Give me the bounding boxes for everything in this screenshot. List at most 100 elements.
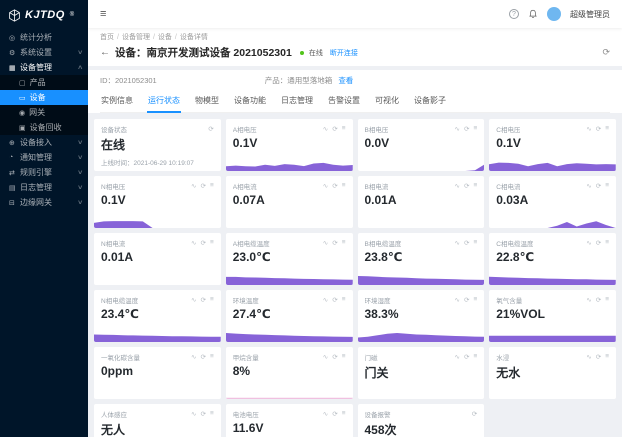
edge-gateway-icon: ⊟ bbox=[9, 199, 20, 207]
disconnect-link[interactable]: 断开连接 bbox=[330, 48, 358, 58]
sidebar-item-log-management[interactable]: ▤日志管理∨ bbox=[0, 180, 88, 195]
trend-icon[interactable]: ∿ bbox=[586, 182, 591, 190]
tab-running-status[interactable]: 运行状态 bbox=[147, 91, 181, 113]
trend-icon[interactable]: ∿ bbox=[323, 182, 328, 190]
trend-icon[interactable]: ∿ bbox=[586, 296, 591, 304]
sidebar-item-product[interactable]: ▢产品 bbox=[0, 75, 88, 90]
more-icon[interactable]: ≡ bbox=[210, 410, 214, 418]
more-icon[interactable]: ≡ bbox=[473, 353, 477, 361]
refresh-icon[interactable]: ⟳ bbox=[464, 125, 469, 133]
refresh-icon[interactable]: ⟳ bbox=[596, 182, 601, 190]
tab-visualization[interactable]: 可视化 bbox=[374, 91, 400, 113]
trend-icon[interactable]: ∿ bbox=[586, 353, 591, 361]
refresh-icon[interactable]: ⟳ bbox=[208, 125, 213, 133]
more-icon[interactable]: ≡ bbox=[342, 182, 346, 190]
trend-icon[interactable]: ∿ bbox=[323, 125, 328, 133]
help-icon[interactable]: ? bbox=[509, 9, 519, 19]
sidebar-item-system-settings[interactable]: ⚙系统设置∨ bbox=[0, 45, 88, 60]
more-icon[interactable]: ≡ bbox=[473, 125, 477, 133]
refresh-icon[interactable]: ⟳ bbox=[464, 353, 469, 361]
refresh-icon[interactable]: ⟳ bbox=[201, 296, 206, 304]
refresh-icon[interactable]: ⟳ bbox=[332, 353, 337, 361]
tab-alarm-settings[interactable]: 告警设置 bbox=[327, 91, 361, 113]
sidebar-item-device-management[interactable]: ▦设备管理∧ bbox=[0, 60, 88, 75]
sidebar-item-device-access[interactable]: ⊕设备接入∨ bbox=[0, 135, 88, 150]
more-icon[interactable]: ≡ bbox=[342, 410, 346, 418]
more-icon[interactable]: ≡ bbox=[210, 182, 214, 190]
sidebar-item-rule-engine[interactable]: ⇄规则引擎∨ bbox=[0, 165, 88, 180]
page-refresh-icon[interactable]: ⟳ bbox=[602, 47, 610, 58]
refresh-icon[interactable]: ⟳ bbox=[201, 239, 206, 247]
refresh-icon[interactable]: ⟳ bbox=[332, 296, 337, 304]
more-icon[interactable]: ≡ bbox=[605, 125, 609, 133]
refresh-icon[interactable]: ⟳ bbox=[332, 125, 337, 133]
tab-device-function[interactable]: 设备功能 bbox=[233, 91, 267, 113]
tab-device-shadow[interactable]: 设备影子 bbox=[413, 91, 447, 113]
sidebar-item-notification[interactable]: ◔通知管理∨ bbox=[0, 150, 88, 165]
tab-thing-model[interactable]: 物模型 bbox=[194, 91, 220, 113]
refresh-icon[interactable]: ⟳ bbox=[472, 410, 477, 418]
breadcrumb-item[interactable]: 设备管理 bbox=[122, 34, 150, 41]
bell-icon[interactable] bbox=[528, 9, 538, 19]
trend-icon[interactable]: ∿ bbox=[191, 239, 196, 247]
refresh-icon[interactable]: ⟳ bbox=[596, 125, 601, 133]
more-icon[interactable]: ≡ bbox=[342, 239, 346, 247]
more-icon[interactable]: ≡ bbox=[210, 353, 214, 361]
refresh-icon[interactable]: ⟳ bbox=[464, 182, 469, 190]
card-actions: ∿ ⟳ ≡ bbox=[586, 239, 609, 247]
more-icon[interactable]: ≡ bbox=[342, 125, 346, 133]
trend-icon[interactable]: ∿ bbox=[191, 410, 196, 418]
refresh-icon[interactable]: ⟳ bbox=[596, 239, 601, 247]
back-icon[interactable]: ← bbox=[100, 47, 110, 58]
sidebar-item-device-recycle[interactable]: ▣设备回收 bbox=[0, 120, 88, 135]
refresh-icon[interactable]: ⟳ bbox=[332, 182, 337, 190]
more-icon[interactable]: ≡ bbox=[605, 182, 609, 190]
refresh-icon[interactable]: ⟳ bbox=[201, 182, 206, 190]
more-icon[interactable]: ≡ bbox=[605, 239, 609, 247]
more-icon[interactable]: ≡ bbox=[473, 239, 477, 247]
breadcrumb-item[interactable]: 首页 bbox=[100, 34, 114, 41]
sidebar-item-stats[interactable]: ◎统计分析 bbox=[0, 30, 88, 45]
more-icon[interactable]: ≡ bbox=[210, 239, 214, 247]
tab-instance-info[interactable]: 实例信息 bbox=[100, 91, 134, 113]
trend-icon[interactable]: ∿ bbox=[455, 182, 460, 190]
refresh-icon[interactable]: ⟳ bbox=[464, 239, 469, 247]
trend-icon[interactable]: ∿ bbox=[323, 353, 328, 361]
trend-icon[interactable]: ∿ bbox=[191, 182, 196, 190]
more-icon[interactable]: ≡ bbox=[210, 296, 214, 304]
tab-log-management[interactable]: 日志管理 bbox=[280, 91, 314, 113]
trend-icon[interactable]: ∿ bbox=[323, 410, 328, 418]
trend-icon[interactable]: ∿ bbox=[455, 125, 460, 133]
sidebar-item-edge-gateway[interactable]: ⊟边缘网关∨ bbox=[0, 195, 88, 210]
trend-icon[interactable]: ∿ bbox=[323, 239, 328, 247]
sidebar-item-gateway[interactable]: ◉网关 bbox=[0, 105, 88, 120]
refresh-icon[interactable]: ⟳ bbox=[596, 296, 601, 304]
refresh-icon[interactable]: ⟳ bbox=[201, 410, 206, 418]
trend-icon[interactable]: ∿ bbox=[323, 296, 328, 304]
sidebar-collapse-icon[interactable]: ≡ bbox=[100, 9, 106, 20]
trend-icon[interactable]: ∿ bbox=[586, 125, 591, 133]
trend-icon[interactable]: ∿ bbox=[191, 353, 196, 361]
trend-icon[interactable]: ∿ bbox=[586, 239, 591, 247]
more-icon[interactable]: ≡ bbox=[605, 353, 609, 361]
breadcrumb-item[interactable]: 设备 bbox=[158, 34, 172, 41]
avatar[interactable] bbox=[547, 7, 561, 21]
sidebar-item-device[interactable]: ▭设备 bbox=[0, 90, 88, 105]
refresh-icon[interactable]: ⟳ bbox=[464, 296, 469, 304]
trend-icon[interactable]: ∿ bbox=[191, 296, 196, 304]
refresh-icon[interactable]: ⟳ bbox=[332, 410, 337, 418]
user-name[interactable]: 超级管理员 bbox=[570, 9, 610, 20]
more-icon[interactable]: ≡ bbox=[342, 353, 346, 361]
more-icon[interactable]: ≡ bbox=[473, 296, 477, 304]
more-icon[interactable]: ≡ bbox=[473, 182, 477, 190]
more-icon[interactable]: ≡ bbox=[342, 296, 346, 304]
refresh-icon[interactable]: ⟳ bbox=[332, 239, 337, 247]
refresh-icon[interactable]: ⟳ bbox=[201, 353, 206, 361]
refresh-icon[interactable]: ⟳ bbox=[596, 353, 601, 361]
trend-icon[interactable]: ∿ bbox=[455, 296, 460, 304]
logo[interactable]: KJTDQ ® bbox=[0, 0, 88, 30]
product-view-link[interactable]: 查看 bbox=[338, 76, 353, 85]
trend-icon[interactable]: ∿ bbox=[455, 353, 460, 361]
more-icon[interactable]: ≡ bbox=[605, 296, 609, 304]
trend-icon[interactable]: ∿ bbox=[455, 239, 460, 247]
